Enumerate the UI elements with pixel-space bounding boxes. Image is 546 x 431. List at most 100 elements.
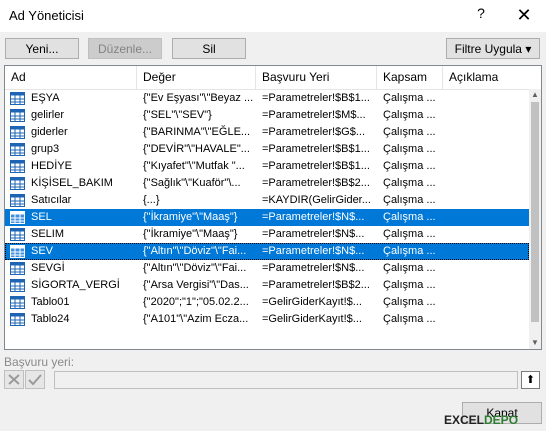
column-header-name[interactable]: Ad — [5, 66, 137, 89]
row-name: giderler — [31, 126, 68, 138]
row-scope: Çalışma ... — [383, 194, 436, 206]
watermark-prefix: EXCEL — [444, 413, 485, 427]
table-row[interactable]: SELIM {"İkramiye"\"Maaş"} =Parametreler!$N… — [5, 226, 529, 243]
collapse-dialog-button[interactable]: ⬆ — [521, 371, 540, 389]
row-name: Tablo24 — [31, 313, 70, 325]
row-scope: Çalışma ... — [383, 177, 436, 189]
row-reference: =Parametreler!$N$... — [262, 228, 365, 240]
row-reference: =Parametreler!$B$1... — [262, 160, 370, 172]
table-row[interactable]: Tablo24 {"A101"\"Azim Ecza... =GelirGiderK… — [5, 311, 529, 328]
column-header-value[interactable]: Değer — [137, 66, 256, 89]
row-name: SEL — [31, 211, 52, 223]
row-name: SEV — [31, 245, 54, 257]
row-value: {"Altın"\"Döviz"\"Fai... — [143, 245, 247, 257]
row-name: gelirler — [31, 109, 65, 121]
row-name: SELIM — [31, 228, 65, 240]
row-value: {"Altın"\"Döviz"\"Fai... — [143, 262, 247, 274]
range-icon — [10, 194, 25, 207]
row-value: {"DEVİR"\"HAVALE"... — [143, 143, 250, 155]
table-icon — [10, 245, 25, 258]
table-row[interactable]: SİGORTA_VERGİ {"Arsa Vergisi"\"Das... =Par… — [5, 277, 529, 294]
check-icon — [28, 374, 42, 386]
row-value: {"Arsa Vergisi"\"Das... — [143, 279, 249, 291]
cancel-icon — [8, 374, 20, 385]
title-bar: Ad Yöneticisi ? ✕ — [0, 0, 546, 32]
filter-button-label: Filtre Uygula — [454, 42, 522, 56]
table-row[interactable]: giderler {"BARINMA"\"EĞLE... =Parametreler… — [5, 124, 529, 141]
scroll-up-icon[interactable]: ▲ — [529, 89, 541, 101]
row-scope: Çalışma ... — [383, 143, 436, 155]
row-reference: =Parametreler!$B$1... — [262, 143, 370, 155]
table-icon — [10, 279, 25, 292]
row-name: Satıcılar — [31, 194, 72, 206]
new-button[interactable]: Yeni... — [5, 38, 79, 59]
row-reference: =KAYDIR(GelirGider... — [262, 194, 371, 206]
row-name: KİŞİSEL_BAKIM — [31, 177, 113, 189]
table-icon — [10, 262, 25, 275]
collapse-icon: ⬆ — [525, 374, 536, 386]
watermark-logo: EXCELDEPO — [444, 413, 518, 431]
table-icon — [10, 92, 25, 105]
table-row[interactable]: HEDİYE {"Kıyafet"\"Mutfak "... =Parametrel… — [5, 158, 529, 175]
table-row[interactable]: EŞYA {"Ev Eşyası"\"Beyaz ... =Parametreler… — [5, 90, 529, 107]
scrollbar-thumb[interactable] — [531, 102, 539, 322]
chevron-down-icon: ▾ — [525, 42, 532, 56]
row-scope: Çalışma ... — [383, 279, 436, 291]
table-row[interactable]: gelirler {"SEL"\"SEV"} =Parametreler!$M$..… — [5, 107, 529, 124]
row-scope: Çalışma ... — [383, 245, 436, 257]
row-reference: =GelirGiderKayıt!$... — [262, 313, 362, 325]
list-header: Ad Değer Başvuru Yeri Kapsam Açıklama — [5, 66, 541, 90]
row-scope: Çalışma ... — [383, 92, 436, 104]
names-list[interactable]: Ad Değer Başvuru Yeri Kapsam Açıklama EŞ… — [4, 65, 542, 350]
row-scope: Çalışma ... — [383, 313, 436, 325]
row-name: HEDİYE — [31, 160, 72, 172]
filter-button[interactable]: Filtre Uygula ▾ — [446, 38, 540, 59]
table-row[interactable]: SEVGİ {"Altın"\"Döviz"\"Fai... =Parametrel… — [5, 260, 529, 277]
row-reference: =GelirGiderKayıt!$... — [262, 296, 362, 308]
close-icon[interactable]: ✕ — [513, 4, 535, 26]
table-row[interactable]: Satıcılar {...} =KAYDIR(GelirGider... Çalış… — [5, 192, 529, 209]
table-row[interactable]: SEV {"Altın"\"Döviz"\"Fai... =Parametreler… — [5, 243, 529, 260]
row-scope: Çalışma ... — [383, 228, 436, 240]
table-icon — [10, 177, 25, 190]
window-title: Ad Yöneticisi — [9, 8, 84, 23]
table-icon — [10, 160, 25, 173]
table-icon — [10, 143, 25, 156]
row-value: {"Ev Eşyası"\"Beyaz ... — [143, 92, 254, 104]
row-scope: Çalışma ... — [383, 262, 436, 274]
help-icon[interactable]: ? — [472, 5, 490, 25]
row-value: {"2020";"1";"05.02.2... — [143, 296, 249, 308]
row-name: EŞYA — [31, 92, 60, 104]
table-icon — [10, 126, 25, 139]
confirm-reference-button[interactable] — [25, 370, 45, 389]
column-header-comment[interactable]: Açıklama — [443, 66, 529, 89]
row-reference: =Parametreler!$N$... — [262, 245, 365, 257]
table-icon — [10, 228, 25, 241]
column-header-scope[interactable]: Kapsam — [377, 66, 443, 89]
row-scope: Çalışma ... — [383, 160, 436, 172]
vertical-scrollbar[interactable]: ▲ ▼ — [529, 89, 541, 349]
row-reference: =Parametreler!$N$... — [262, 211, 365, 223]
table-icon — [10, 313, 25, 326]
row-reference: =Parametreler!$B$2... — [262, 177, 370, 189]
row-reference: =Parametreler!$M$... — [262, 109, 366, 121]
table-row[interactable]: SEL {"İkramiye"\"Maaş"} =Parametreler!$N$.… — [5, 209, 529, 226]
reference-field[interactable] — [54, 371, 518, 389]
watermark-suffix: DEPO — [484, 413, 519, 427]
delete-button[interactable]: Sil — [172, 38, 246, 59]
scroll-down-icon[interactable]: ▼ — [529, 337, 541, 349]
table-row[interactable]: KİŞİSEL_BAKIM {"Sağlık"\"Kuaför"\... =Para… — [5, 175, 529, 192]
edit-button[interactable]: Düzenle... — [88, 38, 162, 59]
table-row[interactable]: grup3 {"DEVİR"\"HAVALE"... =Parametreler!$… — [5, 141, 529, 158]
row-reference: =Parametreler!$B$2... — [262, 279, 370, 291]
row-name: grup3 — [31, 143, 60, 155]
row-scope: Çalışma ... — [383, 109, 436, 121]
table-icon — [10, 211, 25, 224]
cancel-reference-button[interactable] — [4, 370, 24, 389]
row-reference: =Parametreler!$G$... — [262, 126, 366, 138]
column-header-reference[interactable]: Başvuru Yeri — [256, 66, 377, 89]
row-value: {"Sağlık"\"Kuaför"\... — [143, 177, 241, 189]
table-row[interactable]: Tablo01 {"2020";"1";"05.02.2... =GelirGide… — [5, 294, 529, 311]
row-value: {"SEL"\"SEV"} — [143, 109, 212, 121]
row-name: SEVGİ — [31, 262, 65, 274]
